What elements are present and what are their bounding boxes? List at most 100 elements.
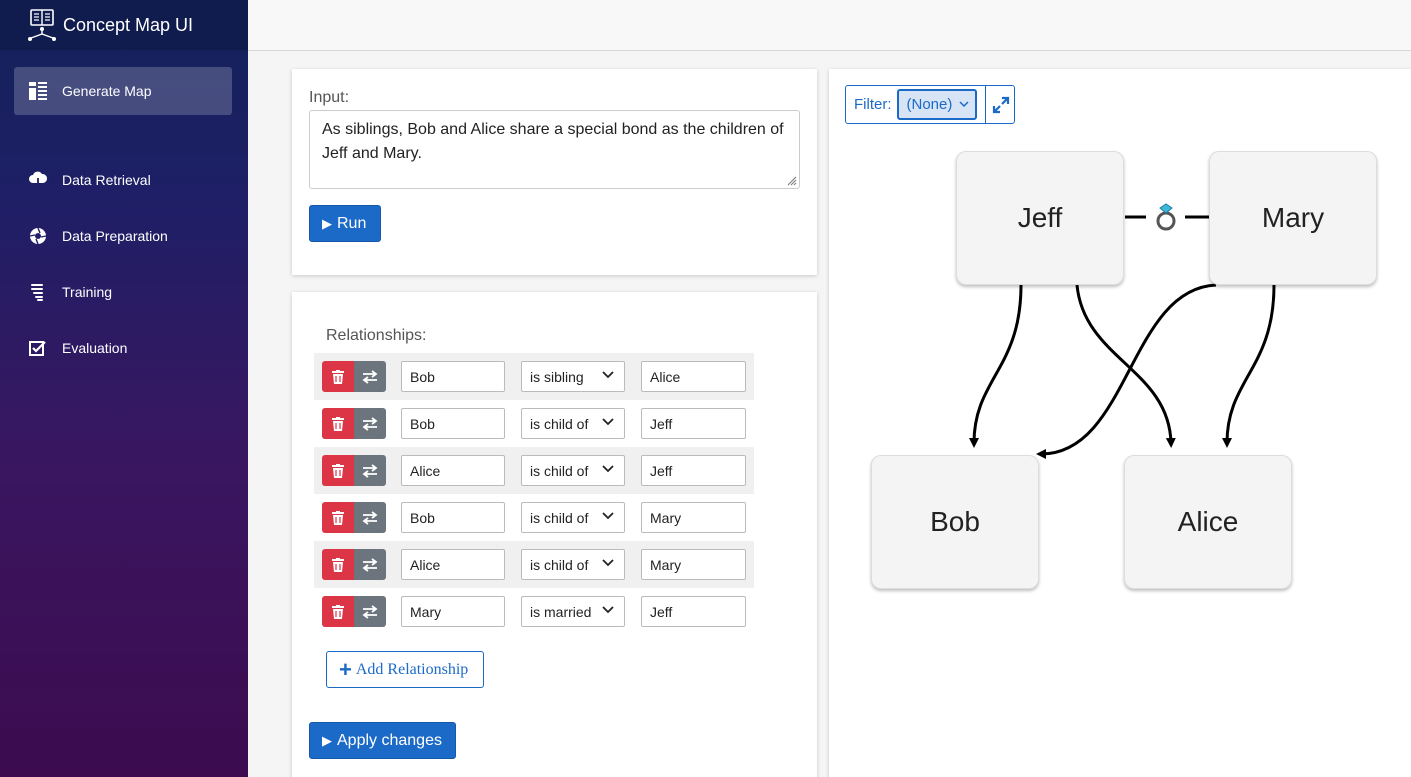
relationship-row: Alice is child of Jeff [314,447,754,494]
subject-input[interactable]: Alice [401,455,505,486]
relationship-row: Alice is child of Mary [314,541,754,588]
subject-input[interactable]: Bob [401,361,505,392]
relationship-row: Mary is married Jeff [314,588,754,635]
play-icon: ▶ [322,215,332,231]
chevron-down-icon [602,371,614,379]
dashboard-icon [28,81,48,101]
delete-button[interactable] [322,408,354,439]
add-relationship-button[interactable]: + Add Relationship [326,651,484,688]
resize-grip-icon[interactable] [787,176,797,186]
swap-arrows-icon [362,463,378,478]
relation-select[interactable]: is married [521,596,625,627]
edge-bob-child-of-mary [1036,283,1217,459]
chevron-down-icon [602,465,614,473]
sidebar-item-data-retrieval[interactable]: Data Retrieval [14,156,232,204]
node-jeff[interactable]: Jeff [956,151,1124,285]
sidebar-item-label: Generate Map [62,83,152,99]
object-input[interactable]: Jeff [641,408,746,439]
plus-icon: + [339,656,352,682]
brand: Concept Map UI [0,0,248,50]
input-text: As siblings, Bob and Alice share a speci… [322,121,784,162]
run-button[interactable]: ▶ Run [309,205,381,242]
sidebar-item-label: Training [62,284,113,300]
node-alice[interactable]: Alice [1124,455,1292,589]
relation-value: is child of [530,415,589,432]
relation-select[interactable]: is sibling [521,361,625,392]
chevron-down-icon [602,606,614,614]
subject-input[interactable]: Bob [401,502,505,533]
relationship-row: Bob is child of Mary [314,494,754,541]
apply-changes-button[interactable]: ▶ Apply changes [309,722,456,759]
relation-value: is married [530,603,592,620]
swap-button[interactable] [354,502,386,533]
trash-icon [332,557,344,572]
concept-map-logo-icon [28,9,56,41]
subject-input[interactable]: Mary [401,596,505,627]
delete-button[interactable] [322,502,354,533]
sidebar-item-label: Evaluation [62,340,128,356]
sidebar: Concept Map UI Generate Map Data Retriev… [0,0,248,777]
swap-button[interactable] [354,455,386,486]
delete-button[interactable] [322,455,354,486]
training-icon [28,282,48,302]
add-relationship-label: Add Relationship [355,660,469,678]
chevron-down-icon [602,418,614,426]
relation-select[interactable]: is child of [521,455,625,486]
sidebar-item-training[interactable]: Training [14,268,232,316]
ring-icon [1156,203,1176,231]
swap-button[interactable] [354,596,386,627]
node-mary[interactable]: Mary [1209,151,1377,285]
trash-icon [332,416,344,431]
delete-button[interactable] [322,361,354,392]
relationship-row: Bob is sibling Alice [314,353,754,400]
cloud-download-icon [28,170,48,190]
checkbox-icon [28,338,48,358]
relation-value: is child of [530,462,589,479]
chevron-down-icon [602,559,614,567]
input-textarea[interactable]: As siblings, Bob and Alice share a speci… [309,110,800,189]
delete-button[interactable] [322,596,354,627]
relation-select[interactable]: is child of [521,502,625,533]
concept-map-panel: Filter: (None) Jeff Mary Bob Alice [829,69,1411,777]
node-label: Alice [1177,506,1239,537]
input-panel: Input: As siblings, Bob and Alice share … [292,69,817,275]
trash-icon [332,510,344,525]
swap-button[interactable] [354,361,386,392]
relation-select[interactable]: is child of [521,549,625,580]
object-input[interactable]: Mary [641,549,746,580]
relation-value: is child of [530,556,589,573]
edge-bob-child-of-jeff [969,284,1023,448]
apply-changes-label: Apply changes [337,731,442,749]
relation-select[interactable]: is child of [521,408,625,439]
node-label: Mary [1261,202,1325,233]
sidebar-item-evaluation[interactable]: Evaluation [14,324,232,372]
object-input[interactable]: Alice [641,361,746,392]
relation-value: is child of [530,509,589,526]
sidebar-item-generate-map[interactable]: Generate Map [14,67,232,115]
sidebar-item-data-preparation[interactable]: Data Preparation [14,212,232,260]
run-button-label: Run [337,214,367,232]
swap-arrows-icon [362,510,378,525]
object-input[interactable]: Jeff [641,455,746,486]
trash-icon [332,463,344,478]
relation-value: is sibling [530,368,584,385]
object-input[interactable]: Mary [641,502,746,533]
object-input[interactable]: Jeff [641,596,746,627]
relationships-title: Relationships: [326,327,427,344]
swap-button[interactable] [354,549,386,580]
aperture-icon [28,226,48,246]
sidebar-item-label: Data Retrieval [62,172,151,188]
swap-arrows-icon [362,557,378,572]
swap-arrows-icon [362,604,378,619]
node-bob[interactable]: Bob [871,455,1039,589]
top-bar [248,0,1411,51]
subject-input[interactable]: Alice [401,549,505,580]
swap-arrows-icon [362,369,378,384]
swap-arrows-icon [362,416,378,431]
chevron-down-icon [602,512,614,520]
relationship-row: Bob is child of Jeff [314,400,754,447]
swap-button[interactable] [354,408,386,439]
subject-input[interactable]: Bob [401,408,505,439]
delete-button[interactable] [322,549,354,580]
input-label: Input: [309,89,350,106]
